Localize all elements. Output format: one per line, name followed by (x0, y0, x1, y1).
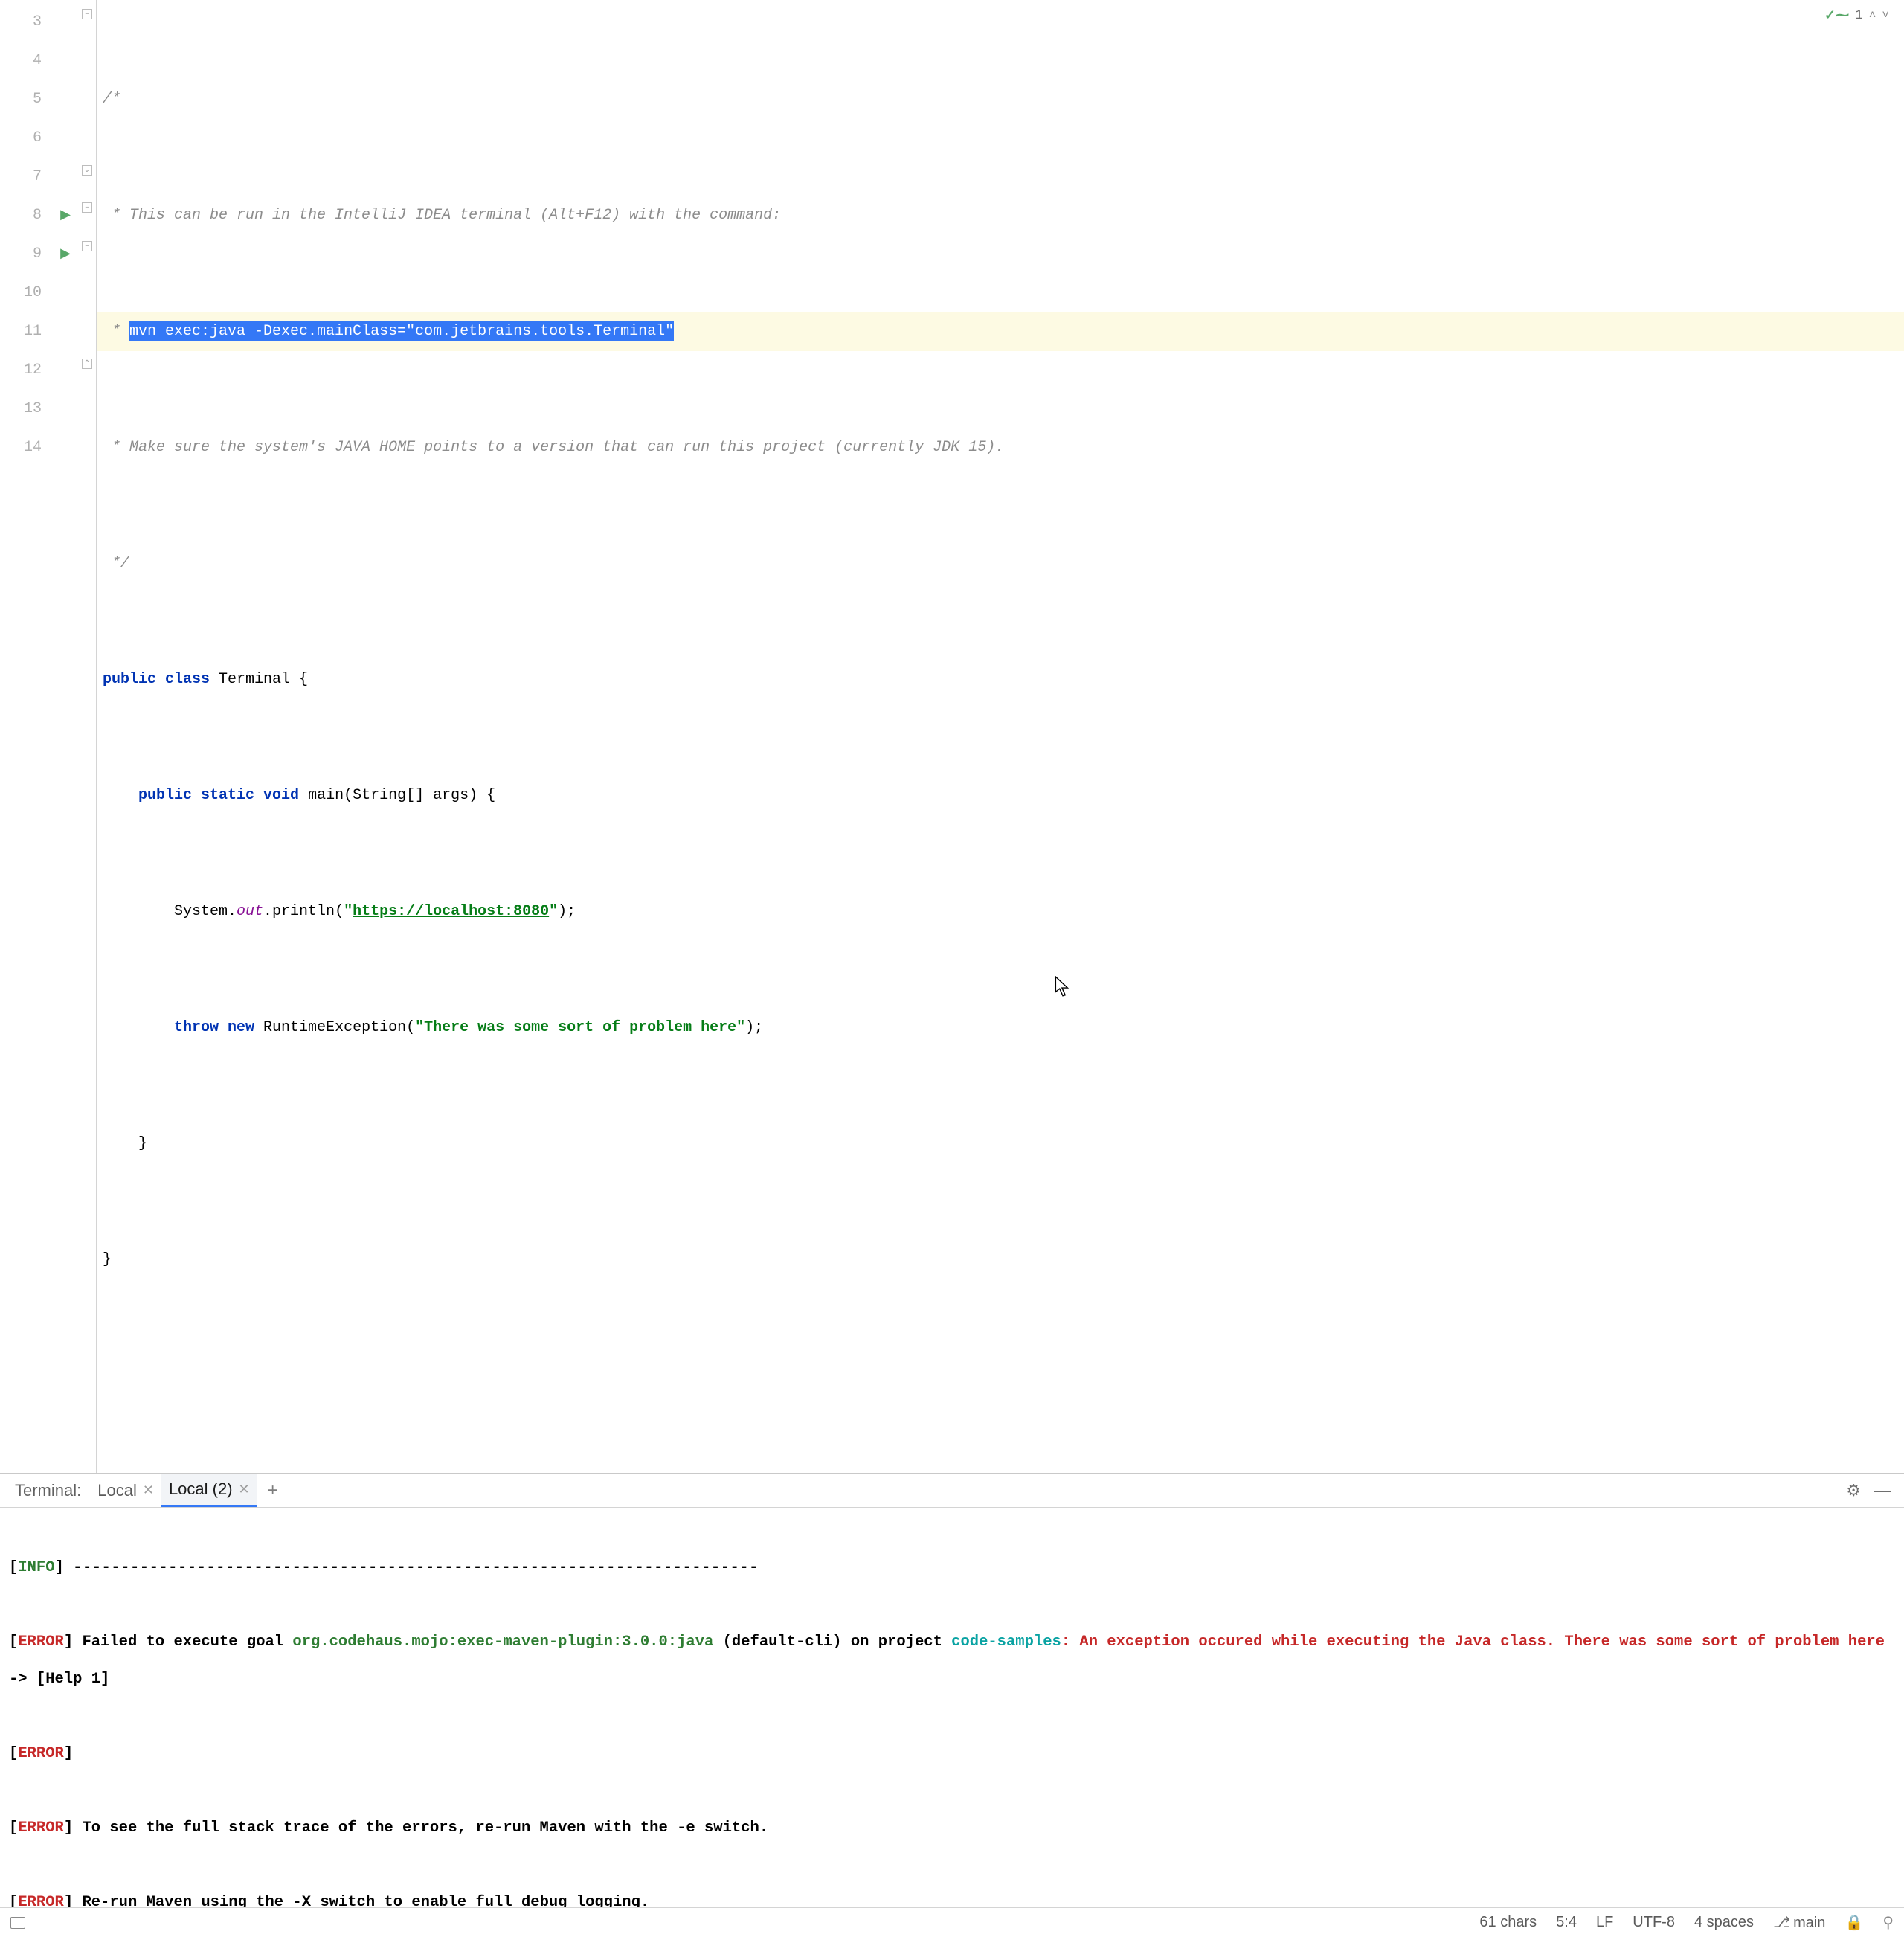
minimize-icon[interactable]: — (1874, 1481, 1891, 1500)
close-icon[interactable]: ✕ (239, 1482, 250, 1497)
terminal-tab-local-2[interactable]: Local (2) ✕ (161, 1474, 257, 1507)
code-line: */ (103, 545, 1904, 583)
code-line: System.out.println("https://localhost:80… (103, 893, 1904, 931)
terminal-line: [ERROR] Re-run Maven using the -X switch… (9, 1884, 1895, 1907)
file-encoding[interactable]: UTF-8 (1633, 1914, 1675, 1931)
indent-setting[interactable]: 4 spaces (1694, 1914, 1754, 1931)
chevron-up-icon[interactable]: ˄ (1869, 9, 1876, 22)
fold-gutter: – ⌄ – – ⌃ (79, 0, 97, 1473)
add-terminal-button[interactable]: + (257, 1480, 289, 1501)
lock-icon[interactable]: 🔒 (1844, 1913, 1863, 1932)
code-line-selected: * mvn exec:java -Dexec.mainClass="com.je… (97, 312, 1904, 351)
terminal-tab-bar: Terminal: Local ✕ Local (2) ✕ + ⚙ — (0, 1474, 1904, 1508)
git-branch[interactable]: main (1773, 1913, 1825, 1932)
terminal-line: [ERROR] (9, 1735, 1895, 1773)
terminal-line: [ERROR] To see the full stack trace of t… (9, 1810, 1895, 1847)
code-line: } (103, 1241, 1904, 1279)
code-line (103, 1357, 1904, 1395)
chevron-down-icon[interactable]: ˅ (1882, 9, 1889, 22)
terminal-output[interactable]: [INFO] ---------------------------------… (0, 1508, 1904, 1907)
code-line: throw new RuntimeException("There was so… (103, 1009, 1904, 1047)
inspection-widget[interactable]: ✓⁓ 1 ˄ ˅ (1824, 7, 1889, 24)
tool-windows-icon[interactable] (10, 1917, 25, 1929)
fold-toggle-icon[interactable]: – (82, 9, 92, 19)
caret-position[interactable]: 5:4 (1556, 1914, 1577, 1931)
terminal-line: [INFO] ---------------------------------… (9, 1549, 1895, 1587)
code-line: } (103, 1125, 1904, 1163)
selection-chars: 61 chars (1479, 1914, 1537, 1931)
problem-count: 1 (1855, 8, 1863, 23)
run-gutter: ▶ ▶ (52, 0, 79, 1473)
code-editor[interactable]: 3 4 5 6 7 8 9 10 11 12 13 14 ▶ ▶ – ⌄ – –… (0, 0, 1904, 1473)
terminal-line: [ERROR] Failed to execute goal org.codeh… (9, 1624, 1895, 1698)
terminal-tab-local[interactable]: Local ✕ (90, 1474, 161, 1507)
line-separator[interactable]: LF (1596, 1914, 1613, 1931)
fold-toggle-icon[interactable]: – (82, 202, 92, 213)
fold-toggle-icon[interactable]: – (82, 241, 92, 251)
status-bar: 61 chars 5:4 LF UTF-8 4 spaces main 🔒 ⚲ (0, 1907, 1904, 1937)
fold-toggle-icon[interactable]: ⌄ (82, 165, 92, 176)
code-line: * Make sure the system's JAVA_HOME point… (103, 428, 1904, 467)
code-text-area[interactable]: /* * This can be run in the IntelliJ IDE… (97, 0, 1904, 1473)
gear-icon[interactable]: ⚙ (1846, 1481, 1861, 1500)
line-number-gutter: 3 4 5 6 7 8 9 10 11 12 13 14 (0, 0, 52, 1473)
code-line: public class Terminal { (103, 661, 1904, 699)
close-icon[interactable]: ✕ (143, 1483, 154, 1498)
code-line: public static void main(String[] args) { (103, 777, 1904, 815)
code-line: * This can be run in the IntelliJ IDEA t… (103, 196, 1904, 235)
terminal-title: Terminal: (6, 1481, 90, 1500)
fold-toggle-icon[interactable]: ⌃ (82, 359, 92, 369)
checkmark-icon: ✓⁓ (1824, 7, 1849, 24)
search-icon[interactable]: ⚲ (1882, 1913, 1894, 1932)
code-line: /* (103, 80, 1904, 119)
run-method-icon[interactable]: ▶ (52, 235, 79, 274)
terminal-tool-window: Terminal: Local ✕ Local (2) ✕ + ⚙ — [INF… (0, 1473, 1904, 1907)
run-class-icon[interactable]: ▶ (52, 196, 79, 235)
